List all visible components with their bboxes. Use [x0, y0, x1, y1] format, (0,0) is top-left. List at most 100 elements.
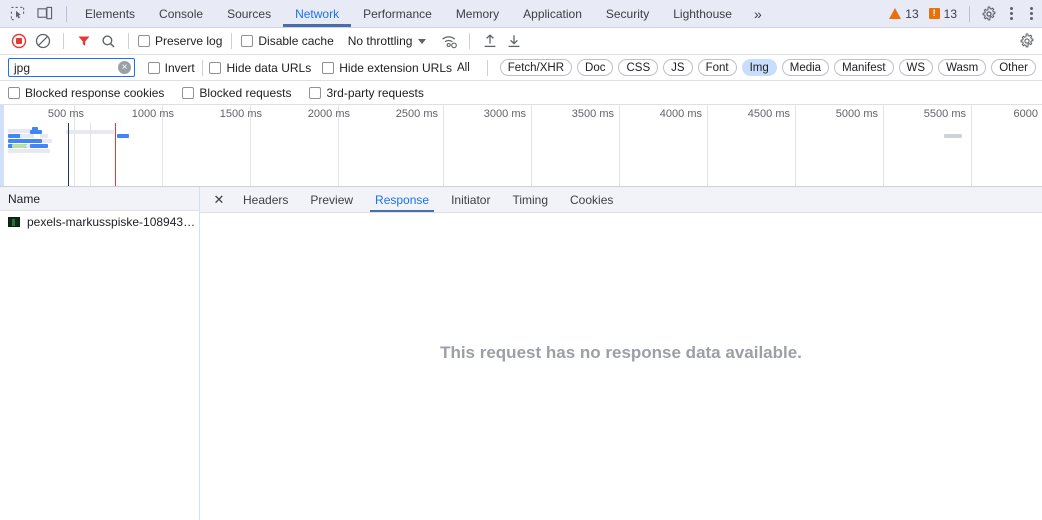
blocked-response-cookies-box — [8, 86, 20, 99]
network-conditions-icon[interactable] — [438, 30, 460, 52]
tab-sources[interactable]: Sources — [215, 0, 283, 27]
blocked-requests-checkbox[interactable]: Blocked requests — [182, 86, 291, 100]
network-toolbar: Preserve log Disable cache No throttling — [0, 28, 1042, 55]
table-row[interactable]: pexels-markusspiske-108943… — [0, 211, 199, 233]
errors-count: 13 — [943, 6, 957, 21]
chip-doc[interactable]: Doc — [577, 59, 614, 76]
request-table-header[interactable]: Name — [0, 187, 199, 211]
third-party-requests-box — [309, 86, 322, 99]
preserve-log-label: Preserve log — [155, 34, 223, 48]
network-filter-row-2: Blocked response cookies Blocked request… — [0, 81, 1042, 105]
disable-cache-checkbox[interactable]: Disable cache — [241, 34, 334, 48]
tick-label-1000: 1000 ms — [131, 108, 174, 120]
chevron-down-icon — [418, 38, 427, 44]
tab-network[interactable]: Network — [283, 0, 352, 27]
column-header-name: Name — [8, 191, 41, 206]
chip-all[interactable]: All — [452, 59, 475, 76]
network-overview[interactable]: 500 ms 1000 ms 1500 ms 2000 ms 2500 ms 3… — [0, 105, 1042, 187]
tick-label-4000: 4000 ms — [659, 108, 702, 120]
devtools-tabs: Elements Console Sources Network Perform… — [73, 0, 772, 27]
tick-label-3000: 3000 ms — [483, 108, 526, 120]
tab-performance[interactable]: Performance — [351, 0, 444, 27]
filter-icon[interactable] — [73, 30, 95, 52]
tab-initiator[interactable]: Initiator — [440, 187, 501, 212]
chip-media[interactable]: Media — [781, 59, 830, 76]
chip-js[interactable]: JS — [663, 59, 693, 76]
filter-divider-1 — [201, 59, 203, 76]
hide-data-urls-box — [209, 61, 222, 74]
request-details-pane: ✕ Headers Preview Response Initiator Tim… — [200, 187, 1042, 520]
tab-console[interactable]: Console — [147, 0, 215, 27]
chip-font[interactable]: Font — [697, 59, 737, 76]
hide-extension-urls-checkbox[interactable]: Hide extension URLs — [322, 61, 452, 75]
toolbar-divider-2 — [128, 33, 129, 49]
search-icon[interactable] — [97, 30, 119, 52]
toolbar-divider-3 — [231, 33, 233, 49]
tick-label-3500: 3500 ms — [571, 108, 614, 120]
network-main: Name pexels-markusspiske-108943… ✕ Heade… — [0, 187, 1042, 520]
network-settings-gear-icon[interactable] — [1016, 30, 1038, 52]
load-event-marker — [115, 123, 116, 186]
tab-timing[interactable]: Timing — [501, 187, 559, 212]
tab-preview[interactable]: Preview — [299, 187, 364, 212]
chip-other[interactable]: Other — [991, 59, 1036, 76]
hide-data-urls-checkbox[interactable]: Hide data URLs — [209, 61, 311, 75]
tab-headers-label: Headers — [243, 192, 289, 207]
response-empty-state: This request has no response data availa… — [200, 213, 1042, 520]
tab-memory-label: Memory — [455, 6, 500, 21]
chips-divider — [486, 59, 488, 76]
clear-filter-icon[interactable]: × — [118, 61, 132, 74]
clear-button[interactable] — [32, 30, 54, 52]
resource-type-chips: All Fetch/XHR Doc CSS JS Font Img Media … — [452, 59, 1038, 76]
tab-headers[interactable]: Headers — [232, 187, 299, 212]
blocked-response-cookies-checkbox[interactable]: Blocked response cookies — [8, 86, 164, 100]
chip-fetch-xhr[interactable]: Fetch/XHR — [499, 59, 573, 76]
filter-input-value: jpg — [14, 60, 31, 75]
export-har-icon[interactable] — [503, 30, 525, 52]
tab-elements[interactable]: Elements — [73, 0, 147, 27]
errors-badge[interactable]: ! 13 — [925, 7, 961, 21]
network-filter-row: jpg × Invert Hide data URLs Hide extensi… — [0, 55, 1042, 81]
tab-application-label: Application — [523, 6, 582, 21]
chip-wasm[interactable]: Wasm — [938, 59, 987, 76]
chip-ws[interactable]: WS — [898, 59, 934, 76]
hide-extension-urls-box — [322, 61, 335, 74]
invert-checkbox[interactable]: Invert — [147, 60, 195, 75]
tab-cookies-label: Cookies — [570, 192, 614, 207]
filter-input[interactable]: jpg × — [8, 58, 136, 77]
details-tabbar: ✕ Headers Preview Response Initiator Tim… — [200, 187, 1042, 213]
warnings-badge[interactable]: 13 — [885, 7, 922, 21]
devtools-overflow-menu-icon[interactable] — [1022, 7, 1040, 20]
chip-manifest[interactable]: Manifest — [834, 59, 894, 76]
tab-preview-label: Preview — [310, 192, 354, 207]
tick-label-2000: 2000 ms — [307, 108, 350, 120]
gear-icon[interactable] — [978, 3, 1000, 25]
close-icon[interactable]: ✕ — [206, 187, 232, 212]
invert-box — [147, 61, 160, 74]
tab-lighthouse-label: Lighthouse — [673, 6, 732, 21]
tab-security[interactable]: Security — [594, 0, 661, 27]
throttling-dropdown[interactable]: No throttling — [348, 34, 427, 48]
preserve-log-checkbox[interactable]: Preserve log — [138, 34, 222, 48]
tab-cookies[interactable]: Cookies — [559, 187, 624, 212]
device-toolbar-icon[interactable] — [34, 3, 56, 25]
invert-label: Invert — [164, 60, 195, 75]
tab-response[interactable]: Response — [364, 187, 440, 212]
tab-memory[interactable]: Memory — [444, 0, 511, 27]
record-button[interactable] — [8, 30, 30, 52]
tab-application[interactable]: Application — [511, 0, 594, 27]
third-party-requests-checkbox[interactable]: 3rd-party requests — [309, 86, 424, 100]
inspect-element-icon[interactable] — [6, 3, 28, 25]
chip-css[interactable]: CSS — [618, 59, 659, 76]
tab-security-label: Security — [605, 6, 650, 21]
import-har-icon[interactable] — [479, 30, 501, 52]
image-thumbnail-icon — [8, 217, 20, 227]
chip-img[interactable]: Img — [741, 59, 777, 76]
disable-cache-box — [241, 35, 254, 47]
blocked-requests-label: Blocked requests — [199, 85, 292, 100]
more-tabs-button[interactable]: » — [744, 0, 772, 27]
devtools-more-menu-icon[interactable] — [1002, 7, 1020, 20]
tabbar-divider — [66, 5, 67, 22]
tab-initiator-label: Initiator — [451, 192, 491, 207]
tab-lighthouse[interactable]: Lighthouse — [661, 0, 744, 27]
